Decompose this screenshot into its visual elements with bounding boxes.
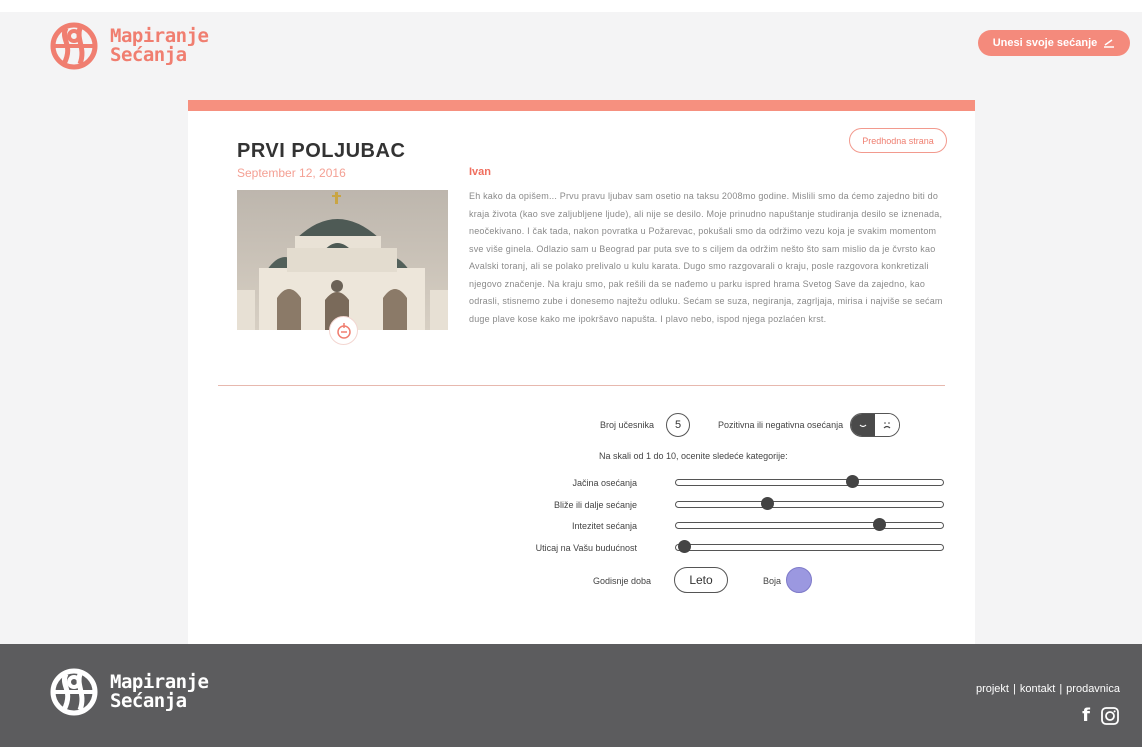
location-pin-icon <box>336 322 351 339</box>
slider-label-vividness: Intezitet sećanja <box>571 521 637 531</box>
footer-link-shop[interactable]: prodavnica <box>1066 683 1120 695</box>
feelings-toggle[interactable] <box>850 413 900 437</box>
top-strip <box>0 0 1142 12</box>
memory-photo <box>237 190 448 330</box>
map-pin-badge[interactable] <box>329 316 358 345</box>
frown-icon[interactable] <box>875 414 899 436</box>
card-accent-stripe <box>188 100 975 111</box>
globe-logo-icon <box>50 22 98 70</box>
footer-separator: | <box>1059 683 1063 695</box>
slider-label-intensity: Jačina osećanja <box>572 478 637 488</box>
logo-line-2: Sećanja <box>110 44 187 66</box>
participants-label: Broj učesnika <box>600 420 655 430</box>
memory-date: September 12, 2016 <box>237 166 346 180</box>
footer-separator: | <box>1012 683 1016 695</box>
footer-link-contact[interactable]: kontakt <box>1020 683 1055 695</box>
pen-icon <box>1104 39 1115 48</box>
section-divider <box>218 385 945 386</box>
slider-thumb[interactable] <box>846 475 860 488</box>
memory-author: Ivan <box>469 166 492 178</box>
footer: Mapiranje Sećanja projekt | kontakt | pr… <box>0 644 1142 747</box>
slider-thumb[interactable] <box>760 497 774 510</box>
header-logo[interactable]: Mapiranje Sećanja <box>50 22 209 70</box>
color-swatch[interactable] <box>786 567 812 593</box>
slider-label-distance: Bliže ili dalje sećanje <box>553 500 637 510</box>
slider-distance[interactable] <box>675 497 944 510</box>
instagram-icon[interactable] <box>1100 706 1120 726</box>
page: Mapiranje Sećanja Unesi svoje sećanje Pr… <box>0 0 1142 747</box>
slider-future[interactable] <box>675 540 944 553</box>
logo-wordmark: Mapiranje Sećanja <box>110 27 209 66</box>
feelings-label: Pozitivna ili negativna osećanja <box>718 420 844 430</box>
participants-count[interactable]: 5 <box>666 413 690 437</box>
logo-line-2: Sećanja <box>110 690 187 712</box>
church-photo-image <box>237 190 448 330</box>
footer-link-project[interactable]: projekt <box>976 683 1009 695</box>
memory-card: Predhodna strana PRVI POLJUBAC September… <box>188 100 975 644</box>
globe-logo-icon <box>50 668 98 716</box>
season-select[interactable]: Leto <box>674 567 728 593</box>
add-memory-label: Unesi svoje sećanje <box>992 37 1098 49</box>
color-label: Boja <box>763 576 782 586</box>
previous-page-button[interactable]: Predhodna strana <box>849 128 947 153</box>
footer-logo[interactable]: Mapiranje Sećanja <box>50 668 209 716</box>
add-memory-button[interactable]: Unesi svoje sećanje <box>978 30 1130 56</box>
memory-title: PRVI POLJUBAC <box>237 140 406 162</box>
slider-thumb[interactable] <box>678 540 691 553</box>
scale-instructions: Na skali od 1 do 10, ocenite sledeće kat… <box>599 451 788 461</box>
slider-vividness[interactable] <box>675 518 944 531</box>
smile-icon[interactable] <box>851 414 875 436</box>
social-links: f <box>1082 705 1120 726</box>
slider-thumb[interactable] <box>872 518 886 531</box>
footer-nav: projekt | kontakt | prodavnica <box>976 683 1120 695</box>
facebook-icon[interactable]: f <box>1082 705 1090 726</box>
memory-story: Eh kako da opišem... Prvu pravu ljubav s… <box>469 191 943 324</box>
season-label: Godisnje doba <box>593 576 652 586</box>
logo-wordmark: Mapiranje Sećanja <box>110 673 209 712</box>
slider-intensity[interactable] <box>675 475 944 488</box>
slider-label-future: Uticaj na Vašu budućnost <box>535 543 637 553</box>
